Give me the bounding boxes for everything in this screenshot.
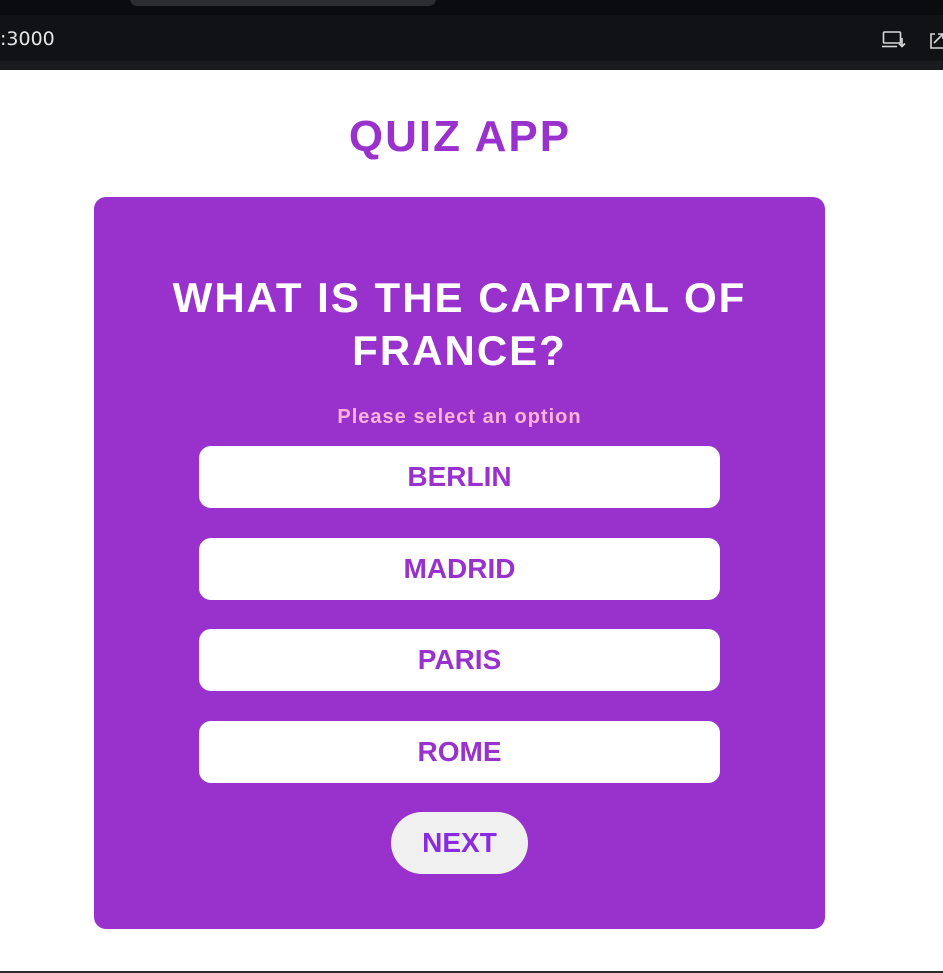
browser-tab[interactable]: [130, 0, 436, 6]
address-bar[interactable]: [0, 17, 943, 61]
chrome-divider: [0, 61, 943, 70]
address-text[interactable]: :3000: [0, 28, 55, 50]
browser-chrome: :3000: [0, 0, 943, 70]
share-icon[interactable]: [929, 29, 943, 51]
install-app-icon[interactable]: [882, 29, 906, 51]
tab-strip: [0, 0, 943, 15]
option-madrid-button[interactable]: MADRID: [199, 538, 720, 600]
option-berlin-button[interactable]: BERLIN: [199, 446, 720, 508]
next-button[interactable]: NEXT: [391, 812, 528, 874]
question-text: WHAT IS THE CAPITAL OF FRANCE?: [172, 274, 747, 374]
option-paris-button[interactable]: PARIS: [199, 629, 720, 691]
page-title: QUIZ APP: [348, 112, 572, 161]
select-option-hint: Please select an option: [337, 406, 582, 428]
quiz-card: WHAT IS THE CAPITAL OF FRANCE? Please se…: [94, 197, 825, 929]
option-rome-button[interactable]: ROME: [199, 721, 720, 783]
